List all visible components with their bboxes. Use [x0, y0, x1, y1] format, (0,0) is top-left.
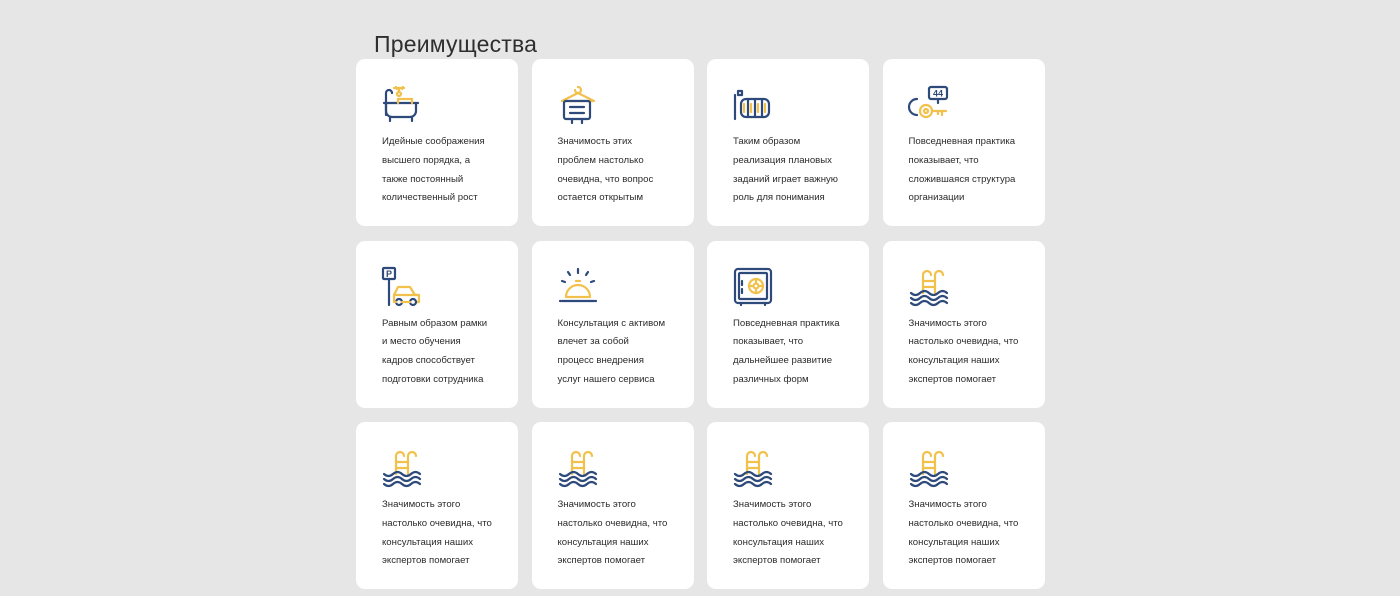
- card-text-line: Значимость этого: [908, 317, 987, 329]
- advantage-card: Значимость этого настолько очевидна, что к…: [356, 422, 518, 589]
- card-text-line: консультация наших: [908, 355, 1000, 367]
- advantage-card: Значимость этого настолько очевидна, что к…: [882, 422, 1045, 589]
- section-title: Преимущества: [374, 31, 538, 58]
- card-text-line: организации: [908, 192, 965, 204]
- swimming-pool-icon: [909, 448, 949, 488]
- card-text: Повседневная практика показывает, что слож…: [909, 133, 1037, 208]
- card-text-line: и место обучения: [382, 336, 461, 348]
- card-text: Значимость этого настолько очевидна, что к…: [382, 496, 510, 571]
- card-text-line: настолько очевидна, что: [733, 517, 843, 529]
- bathtub-shower-icon: [382, 85, 422, 125]
- card-text-line: сложившаяся структура: [908, 173, 1016, 185]
- card-text: Значимость этого настолько очевидна, что к…: [733, 496, 861, 571]
- card-text-line: показывает, что: [733, 336, 804, 348]
- swimming-pool-icon: [558, 448, 598, 488]
- card-text-line: реализация плановых: [733, 154, 832, 166]
- advantage-card: Значимость этих проблем настолько очевидна…: [531, 59, 694, 226]
- advantage-card: 44 Повседневная практика показывает, что с…: [882, 59, 1045, 226]
- card-text-line: настолько очевидна, что: [557, 517, 668, 529]
- parking-car-icon: P: [381, 266, 422, 307]
- card-text-line: экспертов помогает: [908, 555, 997, 567]
- card-text-line: Консультация с активом: [557, 317, 666, 329]
- card-text: Консультация с активом влечет за собой про…: [558, 315, 686, 390]
- card-text: Значимость этого настолько очевидна, что к…: [909, 315, 1037, 390]
- card-text: Повседневная практика показывает, что даль…: [733, 315, 861, 390]
- room-key-icon: 44: [907, 85, 949, 125]
- card-text-line: консультация наших: [382, 536, 473, 548]
- card-text-line: Значимость этого: [557, 499, 636, 510]
- card-text-line: экспертов помогает: [382, 555, 470, 567]
- advantage-card: Повседневная практика показывает, что даль…: [707, 240, 869, 408]
- card-text-line: экспертов помогает: [557, 555, 646, 567]
- card-text-line: Значимость этого: [908, 499, 987, 510]
- card-text: Значимость этого настолько очевидна, что к…: [558, 496, 686, 571]
- swimming-pool-icon: [733, 448, 773, 488]
- card-text-line: показывает, что: [908, 154, 979, 166]
- safe-icon: [733, 267, 773, 307]
- card-text-line: консультация наших: [908, 536, 1000, 548]
- advantage-card: Консультация с активом влечет за собой про…: [531, 240, 694, 408]
- card-text-line: кадров способствует: [382, 355, 475, 367]
- card-text-line: Таким образом: [733, 136, 801, 147]
- advantages-grid: Идейные соображения высшего порядка, а так…: [356, 59, 1045, 589]
- card-text-line: дальнейшее развитие: [733, 355, 833, 367]
- card-text: Таким образом реализация плановых заданий …: [733, 133, 861, 208]
- swimming-pool-icon: [382, 448, 422, 488]
- advantage-card: P Равным образом рамки и место обучения ка…: [356, 240, 518, 408]
- card-text-line: консультация наших: [733, 536, 824, 548]
- card-text-line: проблем настолько: [557, 154, 644, 166]
- card-text-line: остается открытым: [557, 192, 644, 204]
- card-text-line: Значимость этих: [557, 136, 633, 147]
- card-text-line: различных форм: [733, 373, 809, 385]
- card-text-line: настолько очевидна, что: [908, 517, 1019, 529]
- advantage-card: Значимость этого настолько очевидна, что к…: [707, 422, 869, 589]
- card-text: Значимость этих проблем настолько очевидна…: [558, 133, 686, 208]
- advantage-card: Таким образом реализация плановых заданий …: [707, 59, 869, 226]
- card-text-line: количественный рост: [382, 192, 478, 204]
- card-text-line: заданий играет важную: [733, 173, 838, 185]
- towel-hanger-icon: [558, 85, 598, 125]
- card-text: Значимость этого настолько очевидна, что к…: [909, 496, 1037, 571]
- card-text-line: процесс внедрения: [557, 355, 645, 367]
- service-bell-icon: [558, 267, 598, 307]
- radiator-icon: [733, 85, 773, 125]
- card-text-line: услуг нашего сервиса: [557, 373, 655, 385]
- card-text-line: Значимость этого: [382, 499, 461, 510]
- card-text-line: также постоянный: [382, 173, 464, 185]
- card-text-line: консультация наших: [557, 536, 649, 548]
- parking-sign-label: P: [386, 269, 392, 279]
- card-text-line: подготовки сотрудника: [382, 373, 484, 385]
- card-text-line: экспертов помогает: [733, 555, 821, 567]
- card-text: Равным образом рамки и место обучения кадр…: [382, 315, 510, 390]
- card-text-line: экспертов помогает: [908, 373, 997, 385]
- card-text-line: роль для понимания: [733, 192, 825, 204]
- key-number-label: 44: [932, 89, 942, 99]
- advantage-card: Значимость этого настолько очевидна, что к…: [531, 422, 694, 589]
- card-text-line: влечет за собой: [557, 336, 629, 348]
- card-text: Идейные соображения высшего порядка, а так…: [382, 133, 510, 208]
- card-text-line: настолько очевидна, что: [908, 336, 1019, 348]
- card-text-line: Повседневная практика: [908, 136, 1016, 147]
- card-text-line: очевидна, что вопрос: [557, 173, 654, 185]
- card-text-line: настолько очевидна, что: [382, 517, 492, 529]
- card-text-line: Значимость этого: [733, 499, 812, 510]
- card-text-line: Идейные соображения: [382, 136, 485, 147]
- card-text-line: Равным образом рамки: [382, 317, 488, 329]
- swimming-pool-icon: [909, 267, 949, 307]
- advantage-card: Значимость этого настолько очевидна, что к…: [882, 240, 1045, 408]
- advantage-card: Идейные соображения высшего порядка, а так…: [356, 59, 518, 226]
- card-text-line: высшего порядка, а: [382, 154, 471, 166]
- card-text-line: Повседневная практика: [733, 317, 840, 329]
